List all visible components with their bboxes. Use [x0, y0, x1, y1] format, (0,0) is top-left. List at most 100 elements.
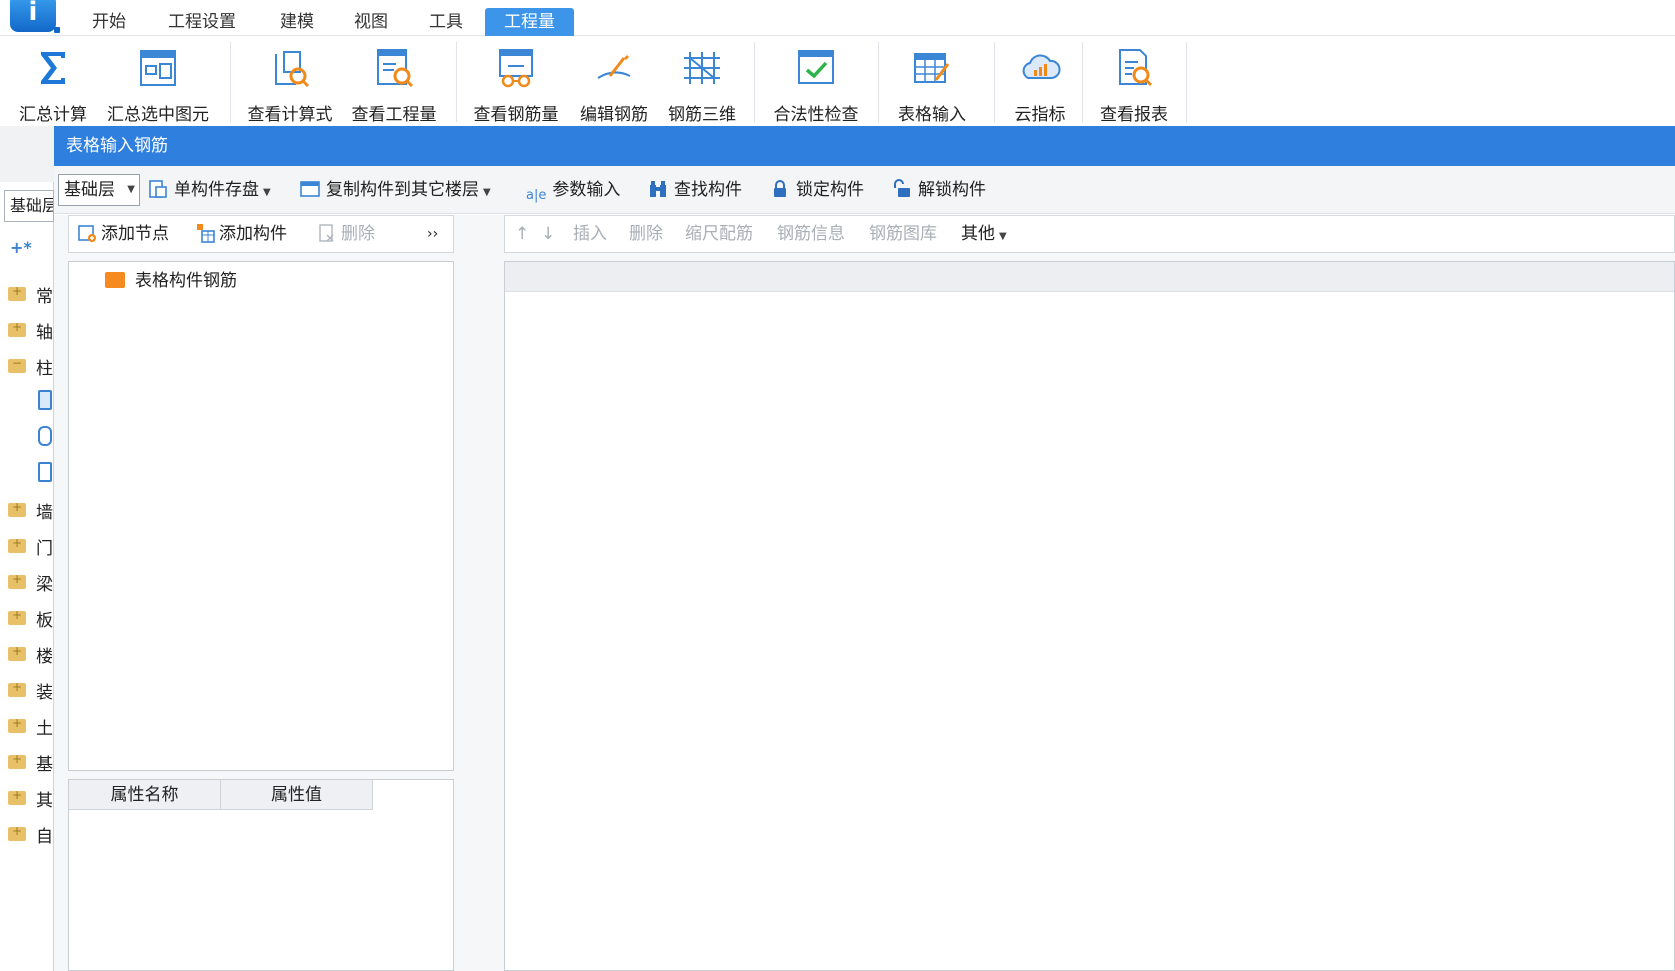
tab-quantities[interactable]: 工程量 [485, 8, 574, 36]
app-logo-dropdown-icon[interactable] [54, 27, 60, 33]
tree-add-icon[interactable]: +* [10, 238, 32, 257]
rebar-info-button[interactable]: 钢筋信息 [777, 216, 845, 252]
save-single-button[interactable]: 单构件存盘 ▼ [148, 174, 271, 206]
ribbon-separator [1082, 42, 1083, 122]
folder-icon [8, 536, 26, 553]
sum-calc-label: 汇总计算 [19, 105, 87, 125]
ribbon-separator [230, 42, 231, 122]
view-quantity-label: 查看工程量 [351, 105, 437, 125]
folder-icon [8, 680, 26, 697]
ribbon-separator [456, 42, 457, 122]
move-up-icon[interactable]: ↑ [515, 216, 529, 252]
view-report-button[interactable]: 查看报表 [1086, 36, 1182, 126]
add-node-label: 添加节点 [101, 224, 169, 244]
wall-column-child-icon[interactable] [38, 462, 52, 482]
delete-row-button[interactable]: 删除 [629, 216, 663, 252]
chevron-down-icon[interactable]: ▼ [483, 187, 491, 198]
more-icon[interactable]: ›› [427, 216, 438, 252]
unlock-component-button[interactable]: 解锁构件 [892, 174, 986, 206]
tree-root-item[interactable]: 表格构件钢筋 [105, 268, 237, 294]
grid-header [505, 262, 1674, 292]
add-component-button[interactable]: 添加构件 [195, 216, 287, 252]
tree-item-label: 板 [36, 611, 53, 631]
table-input-rebar-dialog: 表格输入钢筋 基础层 ▼ 单构件存盘 ▼ 复制构件到其它楼层 ▼ a|e 参数输入 查… [54, 126, 1675, 971]
grid-toolbar: ↑ ↓ 插入 删除 缩尺配筋 钢筋信息 钢筋图库 其他 ▼ [504, 215, 1675, 253]
folder-icon [8, 284, 26, 301]
tree-root-label: 表格构件钢筋 [135, 271, 237, 291]
prop-col-name: 属性名称 [69, 780, 221, 810]
copy-to-floor-button[interactable]: 复制构件到其它楼层 ▼ [300, 174, 491, 206]
cloud-index-button[interactable]: 云指标 [998, 36, 1082, 126]
tab-tools[interactable]: 工具 [429, 8, 463, 36]
tab-modeling[interactable]: 建模 [280, 8, 314, 36]
edit-rebar-button[interactable]: 编辑钢筋 [574, 36, 654, 126]
validity-check-button[interactable]: 合法性检查 [764, 36, 868, 126]
insert-row-button[interactable]: 插入 [573, 216, 607, 252]
tree-item-label: 装 [36, 683, 53, 703]
save-single-label: 单构件存盘 [174, 180, 259, 200]
tree-item-label: 自 [36, 827, 53, 847]
unlock-component-label: 解锁构件 [918, 180, 986, 200]
view-formula-icon [275, 51, 310, 88]
add-component-icon [197, 224, 215, 243]
folder-icon [8, 644, 26, 661]
view-rebar-icon [499, 49, 533, 88]
chevron-down-icon: ▼ [127, 184, 135, 195]
lock-component-button[interactable]: 锁定构件 [770, 174, 864, 206]
sum-selected-label: 汇总选中图元 [107, 105, 209, 125]
tab-view[interactable]: 视图 [354, 8, 388, 36]
add-node-button[interactable]: 添加节点 [77, 216, 169, 252]
table-input-button[interactable]: 表格输入 [884, 36, 980, 126]
sum-selected-button[interactable]: 汇总选中图元 [100, 36, 216, 126]
sigma-icon [41, 52, 65, 84]
add-component-label: 添加构件 [219, 224, 287, 244]
view-formula-label: 查看计算式 [247, 105, 333, 125]
view-report-label: 查看报表 [1100, 105, 1168, 125]
tab-start[interactable]: 开始 [92, 8, 126, 36]
rebar-library-button[interactable]: 钢筋图库 [869, 216, 937, 252]
folder-open-icon [8, 356, 26, 373]
other-menu-button[interactable]: 其他 ▼ [961, 216, 1007, 252]
column-child-icon[interactable] [38, 390, 52, 410]
ribbon: 汇总计算 汇总选中图元 查看计算式 查看工程量 查看钢筋量 编辑钢筋 钢筋三维 … [0, 36, 1675, 126]
find-component-button[interactable]: 查找构件 [648, 174, 742, 206]
dialog-body: 添加节点 添加构件 删除 ›› 表格构件钢筋 属性名称 属性值 ↑ ↓ 插入 删… [54, 215, 1675, 971]
delete-icon [319, 224, 334, 242]
column-cap-child-icon[interactable] [38, 426, 52, 446]
folder-icon [8, 572, 26, 589]
dialog-floor-value: 基础层 [64, 180, 115, 200]
delete-node-button[interactable]: 删除 [317, 216, 375, 252]
edit-rebar-icon [597, 55, 631, 79]
tree-item-label: 梁 [36, 575, 53, 595]
scale-rebar-button[interactable]: 缩尺配筋 [685, 216, 753, 252]
param-input-button[interactable]: a|e 参数输入 [526, 174, 620, 206]
tab-project-settings[interactable]: 工程设置 [168, 8, 236, 36]
floor-selector[interactable]: 基础层 [4, 190, 54, 222]
app-logo[interactable]: i [10, 0, 56, 32]
param-input-icon: a|e [526, 188, 547, 203]
move-down-icon[interactable]: ↓ [541, 216, 555, 252]
view-formula-button[interactable]: 查看计算式 [240, 36, 340, 126]
tree-item-label: 土 [36, 719, 53, 739]
dialog-floor-select[interactable]: 基础层 ▼ [58, 174, 140, 206]
other-menu-label: 其他 [961, 224, 995, 244]
component-tree: 表格构件钢筋 [68, 261, 454, 771]
rebar-3d-icon [684, 52, 720, 84]
param-input-label: 参数输入 [552, 180, 621, 200]
view-rebar-button[interactable]: 查看钢筋量 [466, 36, 566, 126]
ribbon-separator [878, 42, 879, 122]
sum-calc-button[interactable]: 汇总计算 [10, 36, 96, 126]
view-rebar-label: 查看钢筋量 [473, 105, 559, 125]
chevron-down-icon[interactable]: ▼ [263, 187, 271, 198]
tree-item-label: 其 [36, 791, 53, 811]
folder-icon [8, 788, 26, 805]
rebar-3d-button[interactable]: 钢筋三维 [660, 36, 744, 126]
tree-item-label: 轴 [36, 323, 53, 343]
folder-icon [8, 824, 26, 841]
view-quantity-button[interactable]: 查看工程量 [344, 36, 444, 126]
rebar-grid[interactable] [504, 261, 1675, 971]
tree-item-label: 基 [36, 755, 53, 775]
folder-icon [8, 500, 26, 517]
ribbon-separator [1186, 42, 1187, 122]
binoculars-icon [650, 181, 666, 197]
